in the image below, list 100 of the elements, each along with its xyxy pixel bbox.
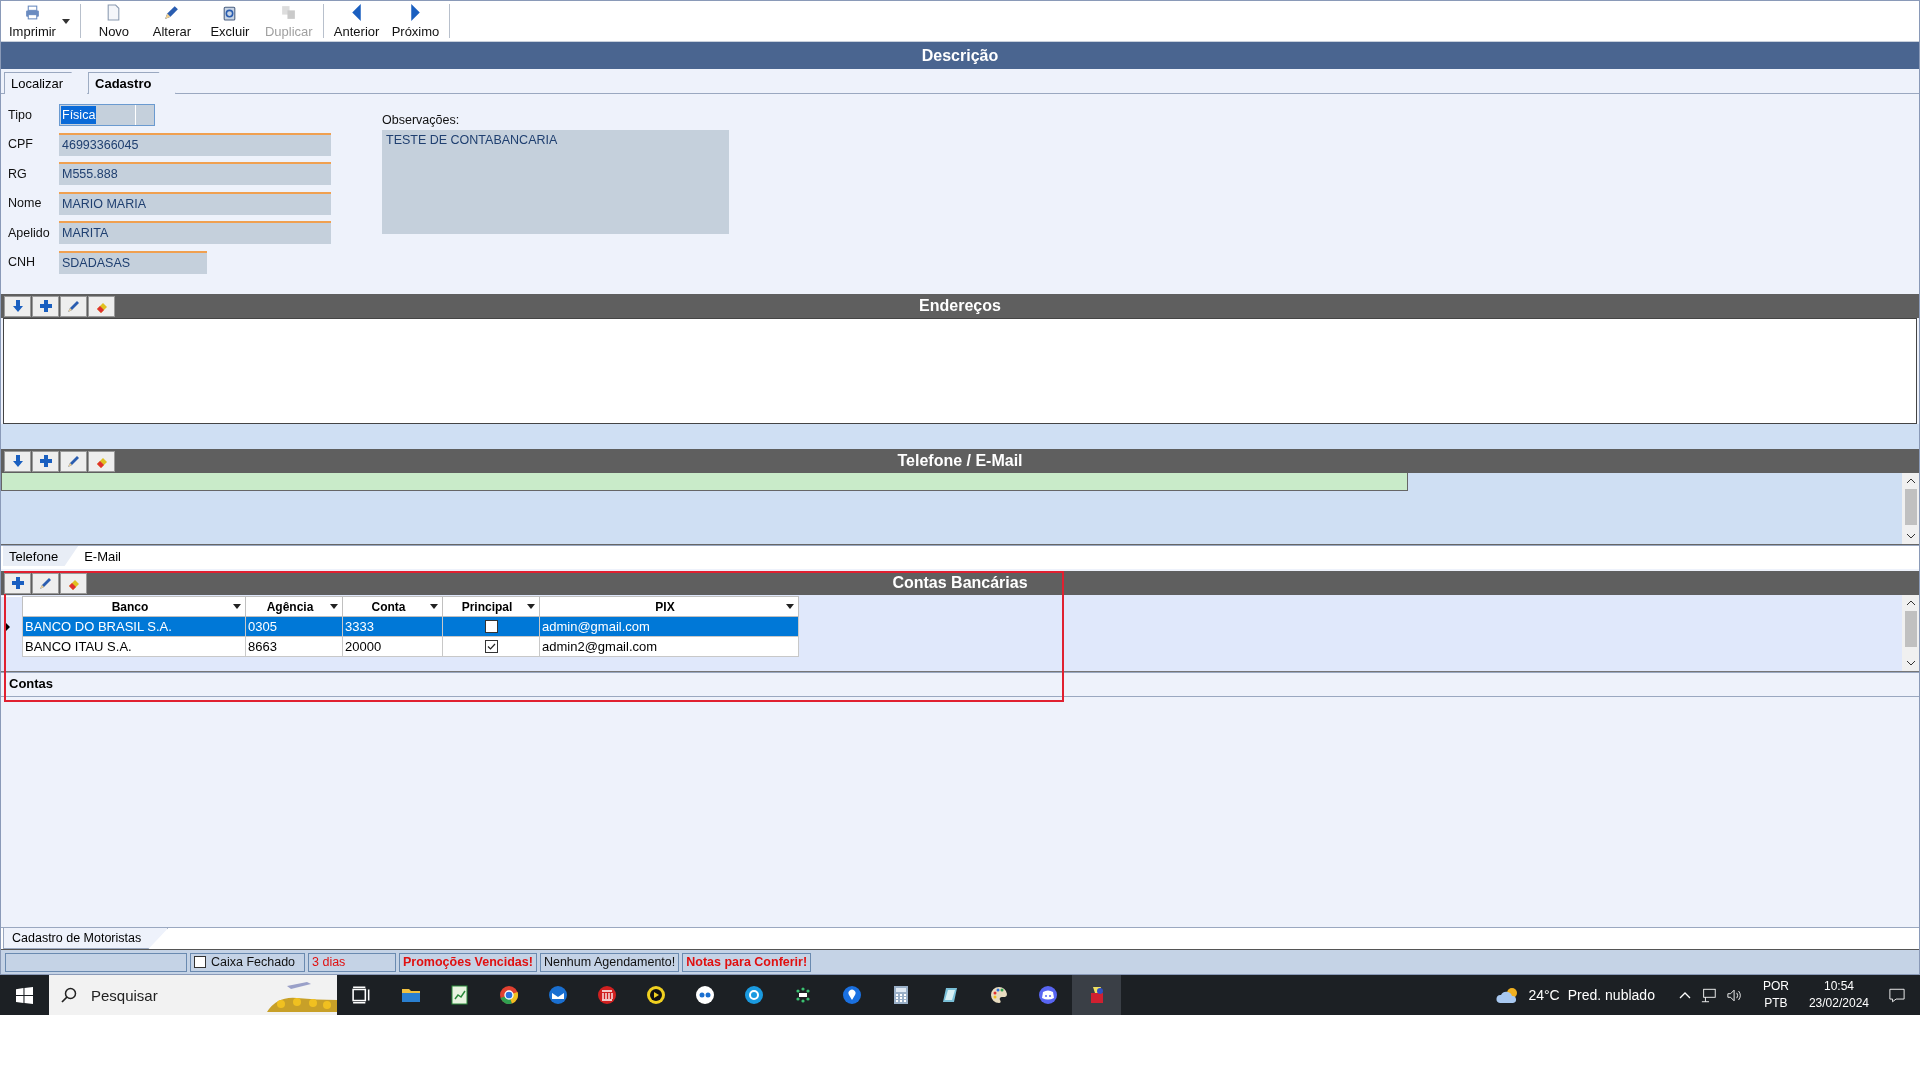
vertical-scrollbar[interactable] bbox=[1902, 473, 1919, 544]
dropdown-caret-icon[interactable] bbox=[430, 604, 438, 609]
field-label: Tipo bbox=[7, 107, 33, 122]
column-header[interactable]: PIX bbox=[539, 596, 799, 617]
section-title: Telefone / E-Mail bbox=[897, 452, 1023, 470]
clock-time[interactable]: 10:54 bbox=[1823, 978, 1854, 995]
checkbox[interactable] bbox=[194, 956, 206, 968]
pencil-icon-button[interactable] bbox=[60, 295, 87, 317]
eraser-icon-button[interactable] bbox=[88, 295, 115, 317]
weather-text: Pred. nublado bbox=[1567, 987, 1655, 1003]
temperature-text: 24°C bbox=[1528, 987, 1560, 1003]
language-text[interactable]: POR bbox=[1762, 978, 1789, 995]
pencil-icon bbox=[66, 454, 81, 468]
pencil-icon bbox=[163, 4, 181, 21]
table-cell: 20000 bbox=[342, 636, 443, 657]
palette-icon bbox=[988, 985, 1009, 1005]
dropdown-caret-icon[interactable] bbox=[233, 604, 241, 609]
down-arrow-icon-button[interactable] bbox=[4, 450, 31, 472]
dropdown-caret-icon[interactable] bbox=[527, 604, 535, 609]
column-header[interactable]: Conta bbox=[342, 596, 443, 617]
tab[interactable]: Cadastro bbox=[88, 72, 177, 94]
chat-icon bbox=[1037, 985, 1058, 1005]
plus-icon bbox=[10, 576, 25, 590]
vertical-scrollbar[interactable] bbox=[1902, 595, 1919, 671]
duplicate-icon bbox=[280, 4, 298, 21]
field-label: CPF bbox=[7, 137, 34, 152]
table-cell: BANCO ITAU S.A. bbox=[22, 636, 246, 657]
field-label: Nome bbox=[7, 196, 43, 211]
scroll-up-icon[interactable] bbox=[1905, 600, 1916, 606]
tab[interactable]: Cadastro de Motoristas bbox=[3, 928, 169, 949]
down-arrow-icon-button[interactable] bbox=[4, 295, 31, 317]
scrollbar-thumb[interactable] bbox=[1904, 489, 1917, 525]
scrollbar-thumb[interactable] bbox=[1904, 611, 1917, 647]
checkbox[interactable] bbox=[484, 620, 498, 633]
scroll-down-icon[interactable] bbox=[1905, 660, 1916, 666]
column-header[interactable]: Agência bbox=[245, 596, 343, 617]
input-field[interactable]: MARITA bbox=[59, 221, 331, 245]
tab[interactable]: Localizar bbox=[4, 72, 89, 94]
table-row[interactable]: BANCO ITAU S.A. 8663 20000 admin2@gmail.com bbox=[1, 636, 799, 657]
field-label: CNH bbox=[7, 255, 37, 270]
scroll-down-icon[interactable] bbox=[1905, 533, 1916, 539]
input-field[interactable]: MARIO MARIA bbox=[59, 191, 331, 215]
arrow-circle-icon bbox=[645, 985, 666, 1005]
plus-icon-button[interactable] bbox=[32, 450, 59, 472]
round-app-icon bbox=[743, 985, 764, 1005]
eraser-icon-button[interactable] bbox=[60, 572, 87, 594]
plus-icon bbox=[38, 299, 53, 313]
notification-icon[interactable] bbox=[1889, 987, 1905, 1003]
chevron-up-icon[interactable] bbox=[1678, 991, 1691, 999]
scroll-up-icon[interactable] bbox=[1905, 478, 1916, 484]
left-arrow-icon bbox=[352, 4, 362, 21]
toolbar-button[interactable]: Alterar bbox=[142, 1, 201, 41]
pencil-icon-button[interactable] bbox=[32, 572, 59, 594]
input-field[interactable]: SDADASAS bbox=[59, 250, 207, 274]
location-pin-icon bbox=[841, 985, 862, 1005]
volume-icon[interactable] bbox=[1726, 987, 1743, 1003]
status-text: Caixa Fechado bbox=[211, 955, 296, 969]
toolbar-button[interactable]: Anterior bbox=[327, 1, 386, 41]
right-arrow-icon bbox=[410, 4, 420, 21]
plus-icon-button[interactable] bbox=[4, 572, 31, 594]
pencil-icon-button[interactable] bbox=[60, 450, 87, 472]
column-header[interactable]: Principal bbox=[442, 596, 540, 617]
clock-date[interactable]: 23/02/2024 bbox=[1808, 995, 1869, 1012]
search-field[interactable]: Pesquisar bbox=[89, 985, 233, 1005]
field-label: Observações: bbox=[382, 113, 461, 127]
field-label: RG bbox=[7, 166, 28, 181]
column-header[interactable]: Banco bbox=[22, 596, 246, 617]
spreadsheet-icon bbox=[449, 985, 470, 1005]
toolbar-button[interactable]: Excluir bbox=[200, 1, 259, 41]
search-icon bbox=[61, 987, 77, 1003]
dropdown-caret-icon[interactable] bbox=[330, 604, 338, 609]
status-text: Promoções Vencidas! bbox=[399, 952, 537, 972]
notes-field[interactable]: TESTE DE CONTABANCARIA bbox=[382, 130, 729, 234]
dots-icon bbox=[694, 985, 715, 1005]
toolbar-button[interactable]: Novo bbox=[84, 1, 143, 41]
caret-icon[interactable] bbox=[61, 18, 70, 24]
tab[interactable]: Telefone bbox=[3, 546, 79, 566]
pencil-icon bbox=[66, 299, 81, 313]
field-label: Apelido bbox=[7, 225, 51, 240]
dropdown-caret-icon[interactable] bbox=[786, 604, 794, 609]
input-field[interactable]: M555.888 bbox=[59, 162, 331, 186]
type-dropdown[interactable]: Física bbox=[59, 103, 155, 126]
keyboard-layout-text[interactable]: PTB bbox=[1764, 995, 1788, 1012]
status-text: Notas para Conferir! bbox=[682, 952, 812, 972]
plus-icon-button[interactable] bbox=[32, 295, 59, 317]
toolbar-button[interactable]: Imprimir bbox=[3, 1, 62, 41]
table-row[interactable]: BANCO DO BRASIL S.A. 0305 3333 admin@gmail.com bbox=[1, 616, 799, 637]
status-text: 3 dias bbox=[308, 952, 396, 972]
network-icon[interactable] bbox=[1700, 987, 1717, 1003]
checkbox[interactable] bbox=[484, 640, 498, 653]
windows-logo-icon bbox=[16, 986, 33, 1004]
eraser-icon-button[interactable] bbox=[88, 450, 115, 472]
toolbar-button[interactable]: Próximo bbox=[385, 1, 446, 41]
table-cell: 8663 bbox=[245, 636, 343, 657]
down-arrow-icon bbox=[10, 454, 25, 468]
new-row[interactable] bbox=[1, 473, 1408, 491]
section-title: Endereços bbox=[919, 297, 1001, 315]
task-view-icon bbox=[351, 985, 372, 1005]
section-title: Contas Bancárias bbox=[892, 574, 1028, 592]
input-field[interactable]: 46993366045 bbox=[59, 132, 331, 156]
